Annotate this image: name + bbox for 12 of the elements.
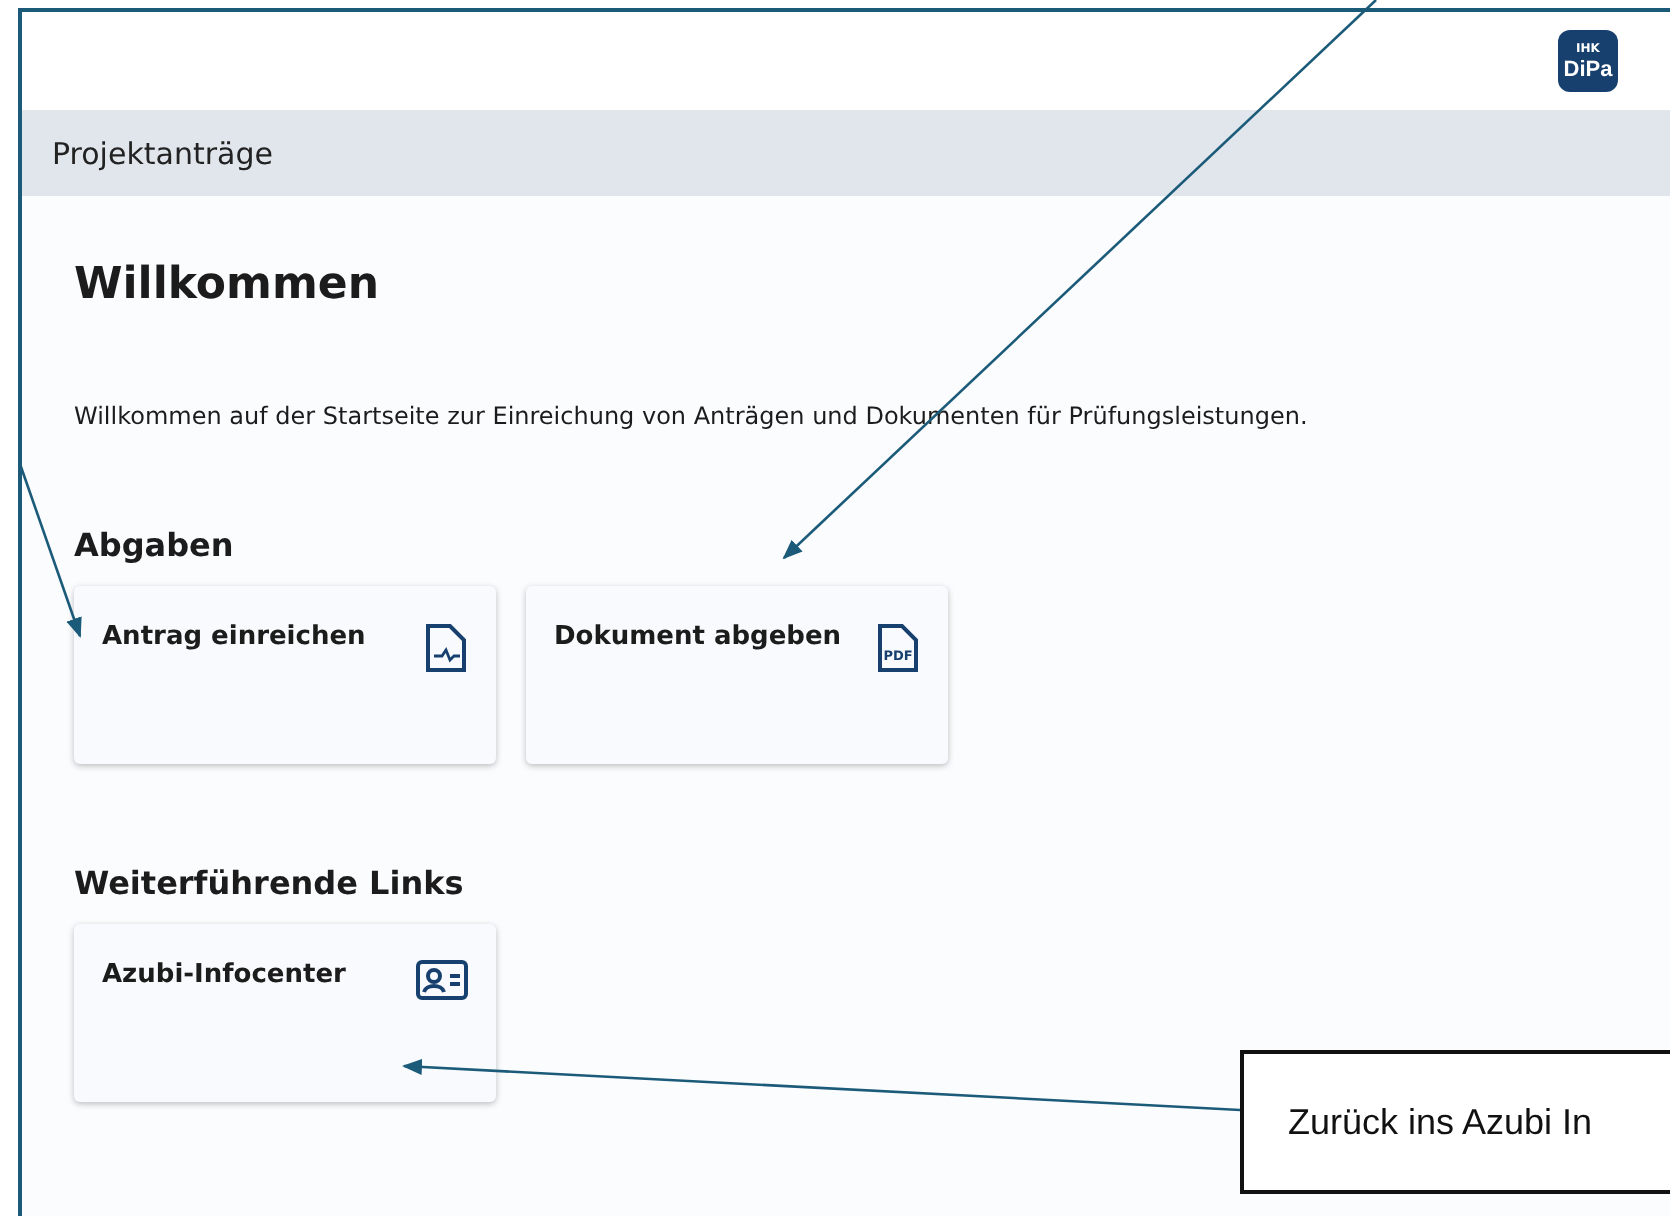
page-title: Willkommen xyxy=(74,260,381,310)
tile-label: Azubi-Infocenter xyxy=(102,960,346,990)
tile-label: Dokument abgeben xyxy=(554,622,842,652)
contact-card-icon xyxy=(416,960,468,1000)
callout-text: Zurück ins Azubi In xyxy=(1288,1101,1593,1143)
section-title: Abgaben xyxy=(74,526,236,564)
section-title: Weiterführende Links xyxy=(74,864,466,902)
document-signature-icon xyxy=(424,622,468,674)
tile-card[interactable]: Antrag einreichen xyxy=(74,586,496,764)
tile-label: Antrag einreichen xyxy=(102,622,366,652)
tile-card[interactable]: Azubi-Infocenter xyxy=(74,924,496,1102)
subheader-title: Projektanträge xyxy=(52,135,273,171)
